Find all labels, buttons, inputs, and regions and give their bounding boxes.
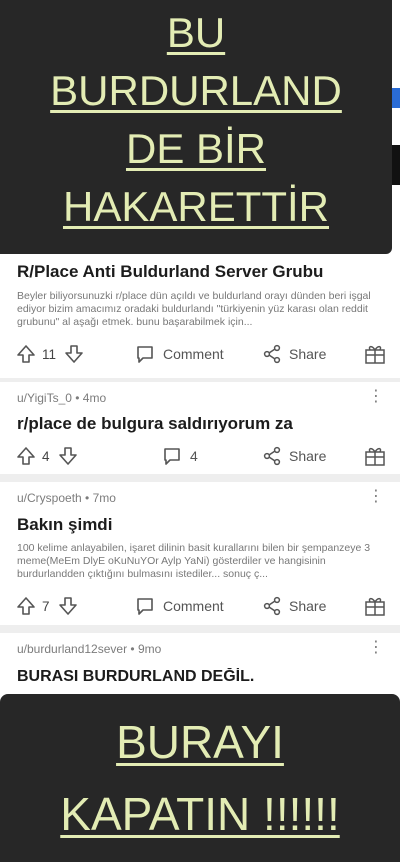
dark-ui-edge bbox=[392, 145, 400, 185]
post-meta[interactable]: u/YigiTs_0 • 4mo bbox=[17, 391, 106, 405]
post-card[interactable]: u/YigiTs_0 • 4mo ⋮ r/place de bulgura sa… bbox=[0, 382, 400, 474]
post-card[interactable]: u/Cryspoeth • 7mo ⋮ Bakın şimdi 100 keli… bbox=[0, 482, 400, 625]
comment-button[interactable]: Comment bbox=[135, 594, 224, 618]
post-action-bar: 4 4 Share bbox=[0, 444, 400, 468]
comment-button[interactable]: Comment bbox=[135, 342, 224, 366]
share-icon bbox=[263, 446, 281, 466]
award-icon[interactable] bbox=[364, 445, 386, 467]
meme-caption-top: BU BURDURLAND DE BİR HAKARETTİR bbox=[0, 0, 392, 254]
vote-group: 11 bbox=[16, 342, 84, 366]
comment-icon bbox=[137, 346, 153, 363]
comment-label: Comment bbox=[163, 598, 224, 614]
caption-line: BURDURLAND bbox=[50, 67, 342, 114]
share-icon bbox=[263, 344, 281, 364]
share-button[interactable]: Share bbox=[262, 342, 326, 366]
downvote-icon[interactable] bbox=[58, 446, 78, 466]
post-meta[interactable]: u/Cryspoeth • 7mo bbox=[17, 491, 116, 505]
meme-caption-bottom: BURAYI KAPATIN !!!!!! bbox=[0, 694, 400, 862]
caption-line: DE BİR bbox=[125, 125, 267, 172]
comment-icon bbox=[164, 448, 180, 465]
post-action-bar: 11 Comment Share bbox=[0, 342, 400, 366]
share-button[interactable]: Share bbox=[262, 444, 326, 468]
post-title[interactable]: R/Place Anti Buldurland Server Grubu bbox=[17, 262, 382, 282]
downvote-icon[interactable] bbox=[58, 596, 78, 616]
share-icon bbox=[263, 596, 281, 616]
more-options-icon[interactable]: ⋮ bbox=[368, 389, 384, 405]
vote-count: 4 bbox=[42, 448, 50, 464]
award-icon[interactable] bbox=[364, 343, 386, 365]
upvote-icon[interactable] bbox=[16, 596, 36, 616]
post-card[interactable]: R/Place Anti Buldurland Server Grubu Bey… bbox=[0, 248, 400, 378]
caption-line: HAKARETTİR bbox=[62, 183, 330, 230]
share-button[interactable]: Share bbox=[262, 594, 326, 618]
share-label: Share bbox=[289, 448, 327, 464]
vote-count: 11 bbox=[42, 346, 57, 362]
share-label: Share bbox=[289, 346, 327, 362]
vote-group: 7 bbox=[16, 594, 78, 618]
caption-line: BURAYI bbox=[116, 716, 284, 768]
comment-count: 4 bbox=[190, 448, 198, 464]
post-title[interactable]: Bakın şimdi bbox=[17, 515, 382, 535]
post-meta[interactable]: u/burdurland12sever • 9mo bbox=[17, 642, 161, 656]
downvote-icon[interactable] bbox=[64, 344, 84, 364]
post-body: 100 kelime anlayabilen, işaret dilinin b… bbox=[17, 542, 371, 580]
post-action-bar: 7 Comment Share bbox=[0, 594, 400, 618]
award-icon[interactable] bbox=[364, 595, 386, 617]
post-title[interactable]: r/place de bulgura saldırıyorum za bbox=[17, 414, 382, 434]
vote-count: 7 bbox=[42, 598, 50, 614]
caption-line: BU bbox=[166, 9, 226, 56]
upvote-icon[interactable] bbox=[16, 446, 36, 466]
caption-line: KAPATIN !!!!!! bbox=[60, 788, 340, 840]
more-options-icon[interactable]: ⋮ bbox=[368, 489, 384, 505]
comment-icon bbox=[137, 598, 153, 615]
post-body: Beyler biliyorsunuzki r/place dün açıldı… bbox=[17, 290, 371, 328]
more-options-icon[interactable]: ⋮ bbox=[368, 640, 384, 656]
post-title[interactable]: BURASI BURDURLAND DEĞİL. bbox=[17, 668, 382, 686]
upvote-icon[interactable] bbox=[16, 344, 36, 364]
vote-group: 4 bbox=[16, 444, 78, 468]
comment-label: Comment bbox=[163, 346, 224, 362]
comment-button[interactable]: 4 bbox=[162, 444, 198, 468]
share-label: Share bbox=[289, 598, 327, 614]
